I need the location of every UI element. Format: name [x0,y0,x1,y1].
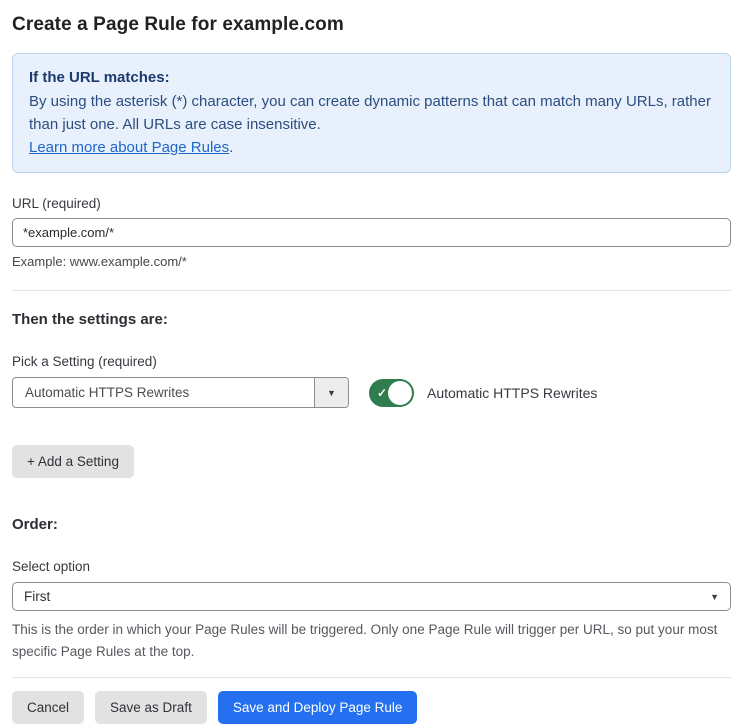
order-help-text: This is the order in which your Page Rul… [12,622,718,659]
callout-link-line: Learn more about Page Rules. [29,136,714,159]
save-and-deploy-button[interactable]: Save and Deploy Page Rule [217,691,418,724]
order-section-heading: Order: [12,516,58,533]
callout-body-text: By using the asterisk (*) character, you… [29,93,711,133]
setting-dropdown-value: Automatic HTTPS Rewrites [25,385,190,400]
check-icon: ✓ [377,385,388,400]
link-period: . [229,139,234,156]
callout-heading: If the URL matches: [29,69,170,86]
order-select-value: First [24,589,51,604]
url-field-label: URL (required) [12,196,101,211]
order-select-label: Select option [12,559,91,574]
footer-actions: Cancel Save as Draft Save and Deploy Pag… [12,691,731,724]
url-example-hint: Example: www.example.com/* [12,254,187,269]
divider [12,677,731,678]
order-select[interactable]: First ▼ [12,582,731,611]
setting-dropdown-button[interactable]: ▼ [314,378,348,407]
create-page-rule-form: Create a Page Rule for example.com If th… [0,0,743,724]
pick-setting-label: Pick a Setting (required) [12,354,157,369]
save-as-draft-button[interactable]: Save as Draft [95,691,207,724]
cancel-button[interactable]: Cancel [12,691,85,724]
callout-body: By using the asterisk (*) character, you… [29,90,714,136]
page-title: Create a Page Rule for example.com [12,14,344,35]
settings-section-heading: Then the settings are: [12,311,168,328]
setting-dropdown[interactable]: Automatic HTTPS Rewrites ▼ [12,377,349,408]
setting-row: Automatic HTTPS Rewrites ▼ ✓ Automatic H… [12,377,731,408]
url-input[interactable] [12,218,731,247]
add-setting-button[interactable]: + Add a Setting [12,445,134,478]
divider [12,290,731,291]
learn-more-link[interactable]: Learn more about Page Rules [29,139,229,156]
setting-toggle-label: Automatic HTTPS Rewrites [427,384,598,401]
caret-down-icon: ▼ [710,591,719,602]
caret-down-icon: ▼ [327,387,336,398]
setting-toggle[interactable]: ✓ [369,378,414,407]
url-match-info-callout: If the URL matches: By using the asteris… [12,53,731,173]
toggle-knob [388,380,412,405]
